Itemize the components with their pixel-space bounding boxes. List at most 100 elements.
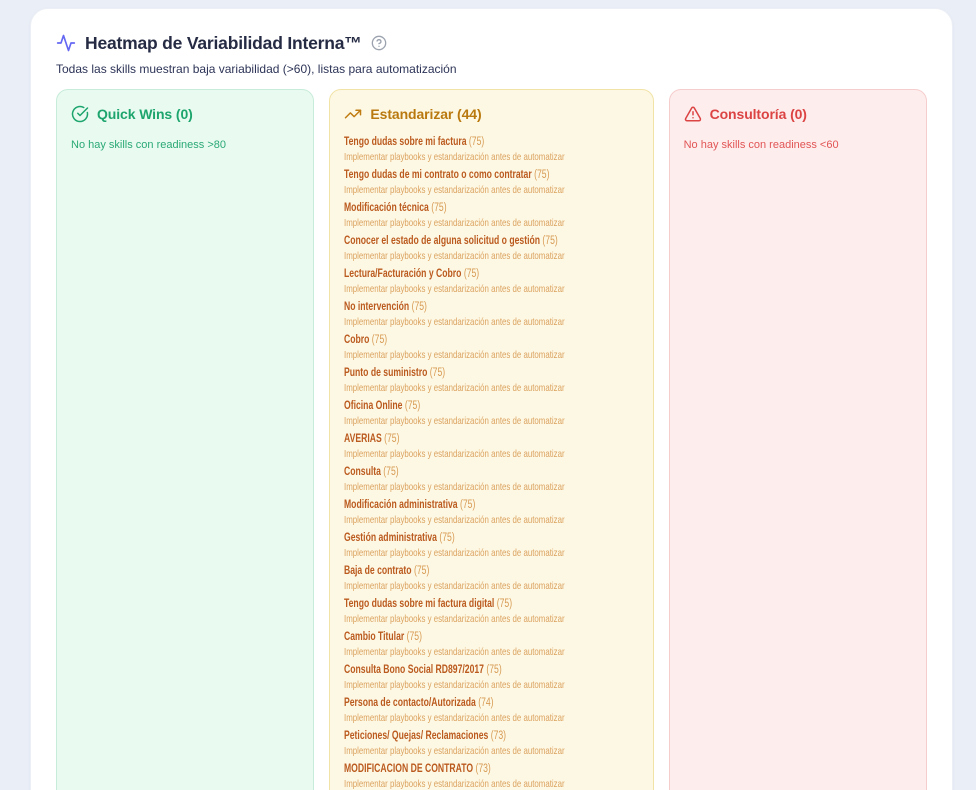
skill-name: Consulta [344,466,381,478]
skill-title-line: Consulta Bono Social RD897/2017 (75) [344,662,565,678]
skill-note: Implementar playbooks y estandarización … [344,415,565,428]
circle-question-icon[interactable] [371,35,387,51]
skill-title-line: Peticiones/ Quejas/ Reclamaciones (73) [344,728,565,744]
skill-name: Baja de contrato [344,565,412,577]
skill-note: Implementar playbooks y estandarización … [344,613,565,626]
estandarizar-title: Estandarizar (44) [370,104,481,124]
alert-triangle-icon [684,105,702,123]
skill-note: Implementar playbooks y estandarización … [344,316,565,329]
skill-name: MODIFICACION DE CONTRATO [344,763,473,775]
quick-wins-header: Quick Wins (0) [71,104,299,124]
skill-item: Cambio Titular (75) Implementar playbook… [344,629,638,659]
skill-item: Oficina Online (75) Implementar playbook… [344,398,638,428]
skill-title-line: Tengo dudas sobre mi factura digital (75… [344,596,565,612]
skill-score: (75) [385,433,400,445]
heatmap-columns: Quick Wins (0) No hay skills con readine… [56,89,927,790]
card-header: Heatmap de Variabilidad Interna™ [56,31,927,55]
skill-score: (74) [479,697,494,709]
skill-name: Conocer el estado de alguna solicitud o … [344,235,540,247]
skill-item: Gestión administrativa (75) Implementar … [344,530,638,560]
skill-item: Consulta (75) Implementar playbooks y es… [344,464,638,494]
skill-title-line: Tengo dudas sobre mi factura (75) [344,134,565,150]
skill-note: Implementar playbooks y estandarización … [344,151,565,164]
quick-wins-empty-message: No hay skills con readiness >80 [71,138,299,152]
skill-list: Tengo dudas sobre mi factura (75) Implem… [344,134,638,790]
skill-item: Cobro (75) Implementar playbooks y estan… [344,332,638,362]
skill-item: Modificación administrativa (75) Impleme… [344,497,638,527]
skill-title-line: AVERIAS (75) [344,431,565,447]
page-title: Heatmap de Variabilidad Interna™ [85,31,362,55]
column-consultoria: Consultoría (0) No hay skills con readin… [669,89,927,790]
skill-score: (75) [372,334,387,346]
skill-note: Implementar playbooks y estandarización … [344,580,565,593]
skill-note: Implementar playbooks y estandarización … [344,778,565,790]
skill-item: Tengo dudas sobre mi factura (75) Implem… [344,134,638,164]
skill-note: Implementar playbooks y estandarización … [344,547,565,560]
skill-title-line: Persona de contacto/Autorizada (74) [344,695,565,711]
skill-title-line: Gestión administrativa (75) [344,530,565,546]
consultoria-title: Consultoría (0) [710,104,807,124]
skill-note: Implementar playbooks y estandarización … [344,448,565,461]
skill-name: Tengo dudas sobre mi factura [344,136,467,148]
skill-name: No intervención [344,301,409,313]
skill-score: (75) [432,202,447,214]
skill-title-line: Tengo dudas de mi contrato o como contra… [344,167,565,183]
skill-note: Implementar playbooks y estandarización … [344,646,565,659]
skill-score: (75) [460,499,475,511]
consultoria-empty-message: No hay skills con readiness <60 [684,138,912,152]
skill-title-line: Cobro (75) [344,332,565,348]
skill-item: AVERIAS (75) Implementar playbooks y est… [344,431,638,461]
skill-title-line: Lectura/Facturación y Cobro (75) [344,266,565,282]
skill-note: Implementar playbooks y estandarización … [344,679,565,692]
skill-title-line: Consulta (75) [344,464,565,480]
skill-item: Conocer el estado de alguna solicitud o … [344,233,638,263]
skill-score: (75) [543,235,558,247]
estandarizar-header: Estandarizar (44) [344,104,638,124]
consultoria-header: Consultoría (0) [684,104,912,124]
heatmap-card: Heatmap de Variabilidad Interna™ Todas l… [30,8,953,790]
skill-score: (73) [491,730,506,742]
skill-note: Implementar playbooks y estandarización … [344,184,565,197]
skill-note: Implementar playbooks y estandarización … [344,745,565,758]
skill-item: MODIFICACION DE CONTRATO (73) Implementa… [344,761,638,790]
skill-title-line: Oficina Online (75) [344,398,565,414]
skill-name: Gestión administrativa [344,532,437,544]
skill-score: (75) [430,367,445,379]
skill-name: Consulta Bono Social RD897/2017 [344,664,484,676]
skill-name: Cobro [344,334,369,346]
skill-title-line: Modificación técnica (75) [344,200,565,216]
column-quick-wins: Quick Wins (0) No hay skills con readine… [56,89,314,790]
skill-item: Consulta Bono Social RD897/2017 (75) Imp… [344,662,638,692]
skill-item: Tengo dudas de mi contrato o como contra… [344,167,638,197]
skill-title-line: No intervención (75) [344,299,565,315]
skill-note: Implementar playbooks y estandarización … [344,514,565,527]
skill-score: (75) [497,598,512,610]
skill-score: (75) [440,532,455,544]
skill-title-line: Baja de contrato (75) [344,563,565,579]
column-estandarizar: Estandarizar (44) Tengo dudas sobre mi f… [329,89,653,790]
skill-score: (75) [384,466,399,478]
quick-wins-title: Quick Wins (0) [97,104,193,124]
skill-note: Implementar playbooks y estandarización … [344,349,565,362]
skill-title-line: Punto de suministro (75) [344,365,565,381]
skill-item: Punto de suministro (75) Implementar pla… [344,365,638,395]
skill-score: (75) [469,136,484,148]
skill-name: Peticiones/ Quejas/ Reclamaciones [344,730,488,742]
skill-item: Tengo dudas sobre mi factura digital (75… [344,596,638,626]
skill-title-line: Conocer el estado de alguna solicitud o … [344,233,565,249]
skill-name: Lectura/Facturación y Cobro [344,268,461,280]
skill-name: Modificación técnica [344,202,429,214]
skill-note: Implementar playbooks y estandarización … [344,712,565,725]
trending-up-icon [344,105,362,123]
skill-note: Implementar playbooks y estandarización … [344,283,565,296]
skill-name: Cambio Titular [344,631,404,643]
skill-item: Lectura/Facturación y Cobro (75) Impleme… [344,266,638,296]
activity-pulse-icon [56,33,76,53]
skill-score: (75) [407,631,422,643]
skill-note: Implementar playbooks y estandarización … [344,382,565,395]
skill-item: Baja de contrato (75) Implementar playbo… [344,563,638,593]
skill-item: Peticiones/ Quejas/ Reclamaciones (73) I… [344,728,638,758]
skill-score: (75) [464,268,479,280]
skill-item: Persona de contacto/Autorizada (74) Impl… [344,695,638,725]
skill-name: Tengo dudas de mi contrato o como contra… [344,169,532,181]
